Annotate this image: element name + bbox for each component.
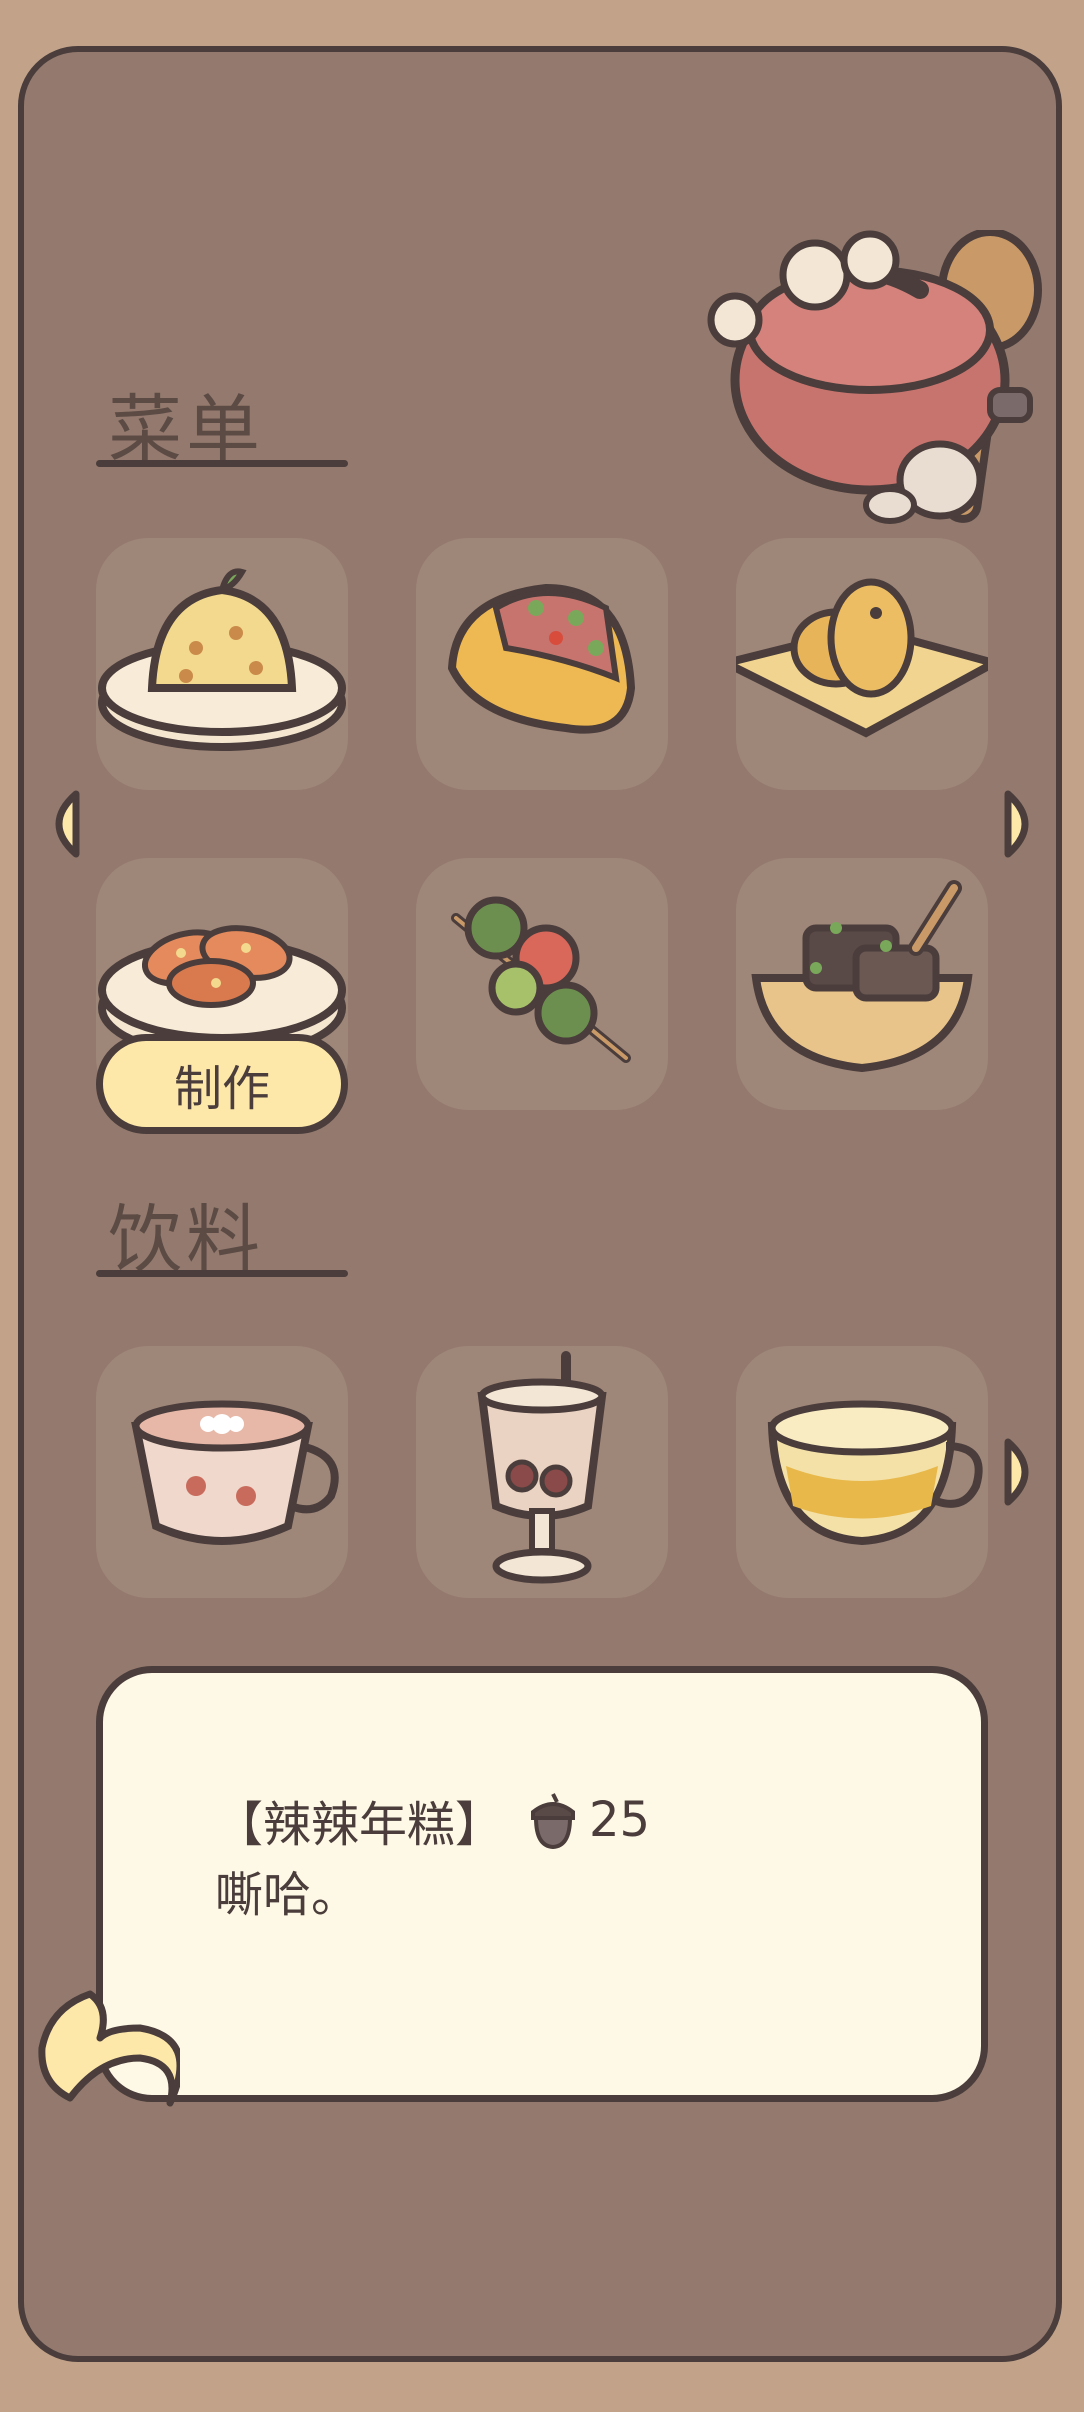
menu-next-arrow[interactable] (1000, 788, 1048, 864)
back-arrow-icon[interactable] (30, 1988, 180, 2118)
honey-tea-icon (767, 1400, 983, 1546)
menu-slot-fried-rice[interactable] (96, 538, 348, 790)
item-price: 25 (589, 1792, 651, 1848)
menu-title-underline (96, 460, 348, 467)
fried-rice-icon (98, 568, 346, 751)
item-name: 【辣辣年糕】 (215, 1797, 504, 1853)
berry-drink-icon (477, 1351, 607, 1584)
item-info-box: 【辣辣年糕】 25 嘶哈。 (96, 1666, 988, 2102)
drinks-next-arrow[interactable] (1000, 1436, 1048, 1512)
drink-slot-honey-tea[interactable] (736, 1346, 988, 1598)
meat-bowl-icon (751, 880, 973, 1073)
menu-slot-taiyaki[interactable] (736, 538, 988, 790)
taiyaki-icon (736, 578, 988, 738)
item-title-row: 【辣辣年糕】 25 (215, 1785, 650, 1855)
acorn-icon (531, 1793, 576, 1850)
item-description: 嘶哈。 (215, 1867, 360, 1923)
taco-icon (447, 583, 636, 734)
menu-prev-arrow[interactable] (36, 788, 84, 864)
menu-slot-skewer[interactable] (416, 858, 668, 1110)
flower-tea-icon (131, 1400, 339, 1545)
menu-slot-taco[interactable] (416, 538, 668, 790)
cooking-pot-icon (707, 230, 1042, 524)
drinks-title-underline (96, 1270, 348, 1277)
skewer-icon (451, 896, 631, 1063)
make-button[interactable]: 制作 (96, 1034, 348, 1134)
menu-slot-meat-bowl[interactable] (736, 858, 988, 1110)
drink-slot-flower-tea[interactable] (96, 1346, 348, 1598)
drink-slot-berry-drink[interactable] (416, 1346, 668, 1598)
